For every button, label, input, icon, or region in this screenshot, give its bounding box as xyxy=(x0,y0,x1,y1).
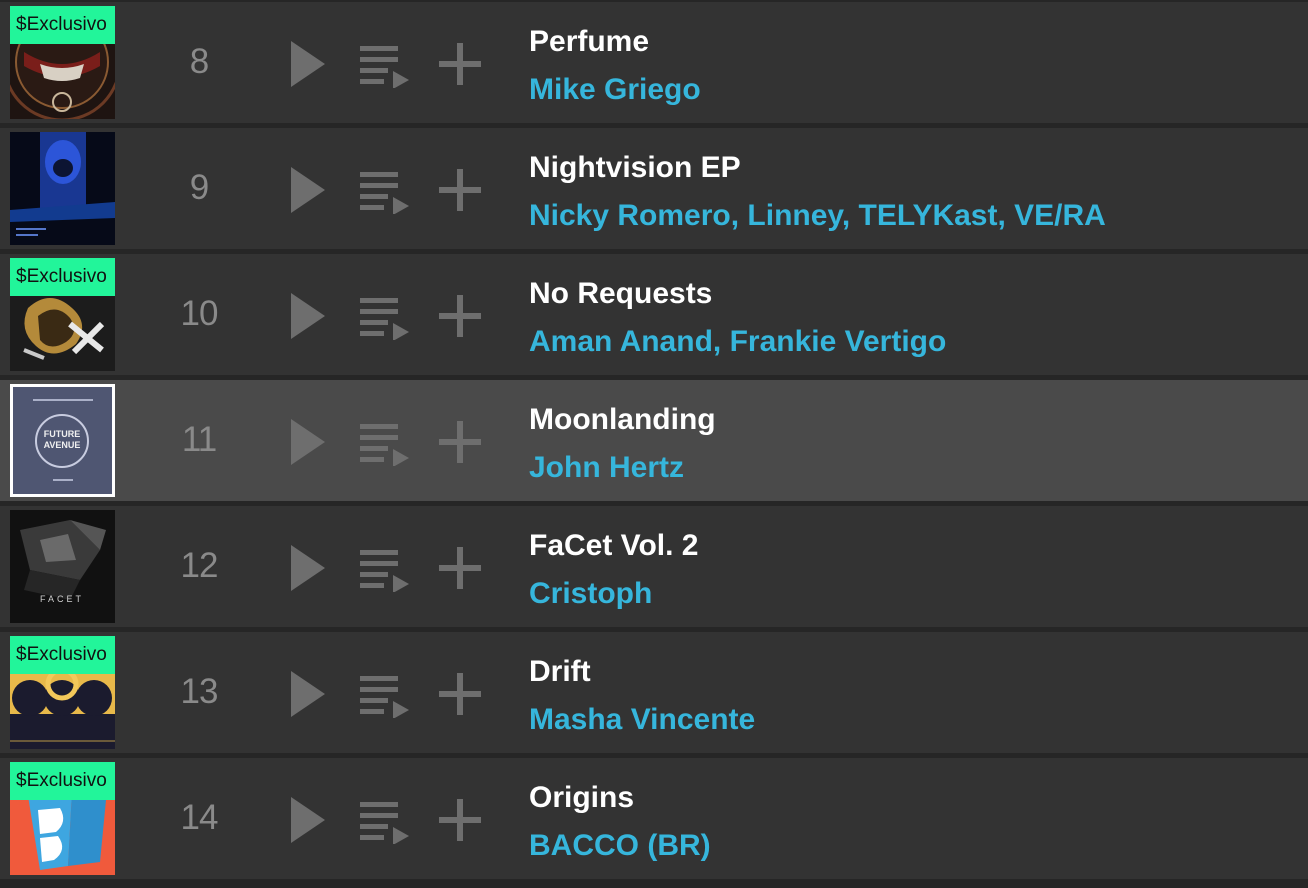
add-to-queue-icon xyxy=(360,424,409,466)
play-icon xyxy=(291,167,325,213)
track-row[interactable]: $Exclusivo 13 Drift Masha Vincente xyxy=(0,632,1308,753)
play-button[interactable] xyxy=(288,544,328,592)
track-rank: 8 xyxy=(189,42,209,81)
add-to-queue-icon xyxy=(360,550,409,592)
plus-icon xyxy=(439,799,481,841)
play-icon xyxy=(291,797,325,843)
track-row[interactable]: $Exclusivo 8 Perfume Mike Griego xyxy=(0,2,1308,123)
track-title[interactable]: No Requests xyxy=(529,274,712,314)
add-to-queue-icon xyxy=(360,802,409,844)
track-rank: 11 xyxy=(181,420,217,459)
plus-icon xyxy=(439,421,481,463)
track-title[interactable]: Perfume xyxy=(529,22,649,62)
exclusive-badge: $Exclusivo xyxy=(10,6,115,44)
play-icon xyxy=(291,671,325,717)
track-artists[interactable]: Cristoph xyxy=(529,574,652,614)
add-to-queue-button[interactable] xyxy=(358,292,412,340)
play-button[interactable] xyxy=(288,166,328,214)
play-button[interactable] xyxy=(288,40,328,88)
add-to-playlist-button[interactable] xyxy=(437,166,483,214)
add-to-queue-button[interactable] xyxy=(358,166,412,214)
play-button[interactable] xyxy=(288,796,328,844)
play-button[interactable] xyxy=(288,418,328,466)
album-art[interactable]: FUTURE AVENUE xyxy=(10,384,115,497)
add-to-playlist-button[interactable] xyxy=(437,292,483,340)
add-to-queue-button[interactable] xyxy=(358,796,412,844)
track-row[interactable]: $Exclusivo 14 Origins BACCO (BR) xyxy=(0,758,1308,879)
track-row[interactable]: 9 Nightvision EP Nicky Romero, Linney, T… xyxy=(0,128,1308,249)
exclusive-badge: $Exclusivo xyxy=(10,636,115,674)
add-to-queue-icon xyxy=(360,298,409,340)
add-to-playlist-button[interactable] xyxy=(437,670,483,718)
add-to-queue-button[interactable] xyxy=(358,670,412,718)
track-rank: 10 xyxy=(180,294,219,333)
plus-icon xyxy=(439,547,481,589)
track-title[interactable]: FaCet Vol. 2 xyxy=(529,526,698,566)
track-rank: 12 xyxy=(180,546,219,585)
add-to-queue-button[interactable] xyxy=(358,40,412,88)
add-to-queue-button[interactable] xyxy=(358,544,412,592)
track-title[interactable]: Drift xyxy=(529,652,591,692)
add-to-playlist-button[interactable] xyxy=(437,544,483,592)
cover-text-line-2: AVENUE xyxy=(44,440,81,450)
track-row[interactable]: FACET 12 FaCet Vol. 2 Cristoph xyxy=(0,506,1308,627)
plus-icon xyxy=(439,43,481,85)
plus-icon xyxy=(439,169,481,211)
track-title[interactable]: Moonlanding xyxy=(529,400,716,440)
track-rank: 9 xyxy=(189,168,209,207)
add-to-playlist-button[interactable] xyxy=(437,418,483,466)
track-artists[interactable]: BACCO (BR) xyxy=(529,826,711,866)
track-artists[interactable]: Nicky Romero, Linney, TELYKast, VE/RA xyxy=(529,196,1106,236)
play-button[interactable] xyxy=(288,670,328,718)
play-icon xyxy=(291,41,325,87)
play-icon xyxy=(291,545,325,591)
track-artists[interactable]: Masha Vincente xyxy=(529,700,755,740)
add-to-playlist-button[interactable] xyxy=(437,40,483,88)
album-art[interactable] xyxy=(10,132,115,245)
track-rank: 14 xyxy=(180,798,219,837)
play-button[interactable] xyxy=(288,292,328,340)
album-art[interactable]: FACET xyxy=(10,510,115,623)
plus-icon xyxy=(439,673,481,715)
add-to-playlist-button[interactable] xyxy=(437,796,483,844)
cover-text-line-1: FUTURE xyxy=(44,429,81,439)
add-to-queue-icon xyxy=(360,46,409,88)
track-row-highlighted[interactable]: FUTURE AVENUE 11 Moonlanding John Hertz xyxy=(0,380,1308,501)
track-rank: 13 xyxy=(180,672,219,711)
exclusive-badge: $Exclusivo xyxy=(10,258,115,296)
add-to-queue-icon xyxy=(360,172,409,214)
add-to-queue-icon xyxy=(360,676,409,718)
track-artists[interactable]: Aman Anand, Frankie Vertigo xyxy=(529,322,946,362)
exclusive-badge: $Exclusivo xyxy=(10,762,115,800)
track-title[interactable]: Nightvision EP xyxy=(529,148,741,188)
play-icon xyxy=(291,419,325,465)
cover-text: FACET xyxy=(40,594,84,604)
track-artists[interactable]: John Hertz xyxy=(529,448,684,488)
add-to-queue-button[interactable] xyxy=(358,418,412,466)
plus-icon xyxy=(439,295,481,337)
track-title[interactable]: Origins xyxy=(529,778,634,818)
track-artists[interactable]: Mike Griego xyxy=(529,70,701,110)
track-row[interactable]: $Exclusivo 10 No Requests Aman Anand, Fr… xyxy=(0,254,1308,375)
play-icon xyxy=(291,293,325,339)
track-list: $Exclusivo 8 Perfume Mike Griego 9 Night… xyxy=(0,0,1308,888)
